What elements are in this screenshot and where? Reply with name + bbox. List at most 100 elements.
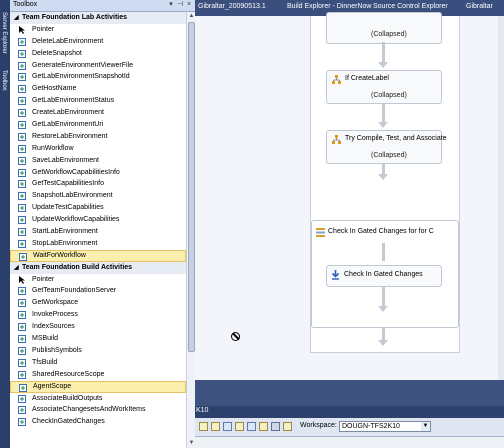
toolbox-item[interactable]: SharedResourceScope <box>10 369 186 381</box>
toolbox-item[interactable]: DeleteLabEnvironment <box>10 36 186 48</box>
toolbox-item[interactable]: SnapshotLabEnvironment <box>10 190 186 202</box>
dropdown-icon[interactable]: ▾ <box>167 1 175 9</box>
no-drop-cursor-icon <box>231 332 240 341</box>
activity-icon <box>18 228 26 237</box>
toolbox-item-label: WaitForWorkflow <box>33 251 86 259</box>
sequence-canvas: (Collapsed) If CreateLabel (Collapsed) T… <box>310 12 460 353</box>
toolbox-list: ◢ Team Foundation Lab Activities Pointer De… <box>10 12 186 448</box>
toolbox-item[interactable]: GetTeamFoundationServer <box>10 285 186 297</box>
activity-title: Try Compile, Test, and Associate <box>345 135 447 142</box>
checkin-icon[interactable] <box>235 422 244 431</box>
toolbox-item[interactable]: CheckInGatedChanges <box>10 416 186 428</box>
toolbox-item[interactable]: GetWorkflowCapabilitiesInfo <box>10 167 186 179</box>
toolbox-item-label: GetHostName <box>32 85 77 93</box>
activity-try-compile[interactable]: Try Compile, Test, and Associate (Collap… <box>326 130 447 164</box>
toolbox-item-label: GetLabEnvironmentStatus <box>32 97 115 105</box>
toolbox-item[interactable]: AssociateChangesetsAndWorkItems <box>10 404 186 416</box>
toolbox-item[interactable]: UpdateTestCapabilities <box>10 202 186 214</box>
toolbox-tab[interactable]: Toolbox <box>1 70 7 91</box>
toolbox-item[interactable]: GetLabEnvironmentSnapshotId <box>10 71 186 83</box>
section-title: Team Foundation Build Activities <box>22 263 133 271</box>
workspace-label: Workspace: <box>300 422 337 429</box>
toolbox-item[interactable]: GetLabEnvironmentStatus <box>10 95 186 107</box>
toolbox-item-label: GetLabEnvironmentSnapshotId <box>32 73 130 81</box>
tab-source-control-explorer[interactable]: Source Control Explorer <box>373 3 448 10</box>
chevron-down-icon[interactable]: ▼ <box>421 422 430 431</box>
toolbox-title: Toolbox <box>13 1 38 8</box>
activity-collapsed-top[interactable]: (Collapsed) <box>326 12 442 44</box>
toolbox-item[interactable]: PublishSymbols <box>10 345 186 357</box>
toolbox-item[interactable]: GetTestCapabilitiesInfo <box>10 178 186 190</box>
toolbox-item[interactable]: Pointer <box>10 274 186 286</box>
toolbox-section-header[interactable]: ◢ Team Foundation Lab Activities <box>10 12 186 24</box>
activity-icon <box>18 358 26 367</box>
properties-icon[interactable] <box>283 422 292 431</box>
toolbox-item[interactable]: IndexSources <box>10 321 186 333</box>
compare-icon[interactable] <box>247 422 256 431</box>
toolbox-item-label: PublishSymbols <box>32 346 82 354</box>
folder-icon[interactable] <box>199 422 208 431</box>
designer-vertical-scrollbar[interactable] <box>498 16 504 380</box>
activity-icon <box>18 370 26 379</box>
toolbox-item-label: StartLabEnvironment <box>32 228 98 236</box>
refresh-icon[interactable] <box>211 422 220 431</box>
toolbox-item[interactable]: InvokeProcess <box>10 309 186 321</box>
toolbox-item[interactable]: UpdateWorkflowCapabilities <box>10 214 186 226</box>
toolbox-item[interactable]: GetWorkspace <box>10 297 186 309</box>
toolbox-item-label: IndexSources <box>32 323 75 331</box>
activity-icon <box>18 109 26 118</box>
toolbox-item[interactable]: RunWorkflow <box>10 143 186 155</box>
activity-title: Check In Gated Changes <box>344 271 423 278</box>
activity-check-in-gated-inner[interactable]: Check In Gated Changes <box>326 265 442 287</box>
tab-build-explorer[interactable]: Build Explorer - DinnerNow <box>287 3 371 10</box>
flow-arrow-icon <box>378 306 388 312</box>
side-tab-strip: Server Explorer Toolbox <box>0 0 10 448</box>
toolbox-item[interactable]: StopLabEnvironment <box>10 238 186 250</box>
close-icon[interactable]: × <box>185 1 193 9</box>
toolbox-item[interactable]: DeleteSnapshot <box>10 48 186 60</box>
toolbox-item-label: StopLabEnvironment <box>32 239 98 247</box>
flow-arrow-icon <box>378 340 388 346</box>
toolbox-item-label: GenerateEnvironmentViewerFile <box>32 61 134 69</box>
toolbox-item[interactable]: Pointer <box>10 24 186 36</box>
flow-arrow-icon <box>378 62 388 68</box>
collapsed-label: (Collapsed) <box>371 31 407 38</box>
try-activity-icon <box>332 135 341 144</box>
toolbox-item[interactable]: GenerateEnvironmentViewerFile <box>10 60 186 72</box>
history-icon[interactable] <box>259 422 268 431</box>
toolbox-item[interactable]: WaitForWorkflow <box>10 249 186 262</box>
activity-check-in-gated-outer[interactable]: Check In Gated Changes for for C Check I… <box>311 220 459 328</box>
pin-icon[interactable]: ⊣ <box>176 1 184 9</box>
toolbox-item[interactable]: SaveLabEnvironment <box>10 155 186 167</box>
output-header-title: K10 <box>196 407 209 414</box>
activity-icon <box>18 49 26 58</box>
tab-gibraltar[interactable]: Gibraltar <box>466 3 493 10</box>
toolbox-item[interactable]: StartLabEnvironment <box>10 226 186 238</box>
tab-gibraltar-build[interactable]: Gibraltar_20090513.1 <box>198 3 266 10</box>
shelve-icon[interactable] <box>271 422 280 431</box>
flow-connector <box>382 286 385 308</box>
toolbox-item[interactable]: AgentScope <box>10 380 186 393</box>
activity-icon <box>19 383 27 392</box>
toolbox-item[interactable]: GetHostName <box>10 83 186 95</box>
activity-icon <box>18 299 26 308</box>
toolbox-item-label: SnapshotLabEnvironment <box>32 192 113 200</box>
toolbox-item[interactable]: MSBuild <box>10 333 186 345</box>
activity-if-createlabel[interactable]: If CreateLabel (Collapsed) <box>326 70 442 104</box>
toolbox-item[interactable]: RestoreLabEnvironment <box>10 131 186 143</box>
toolbox-item[interactable]: GetLabEnvironmentUri <box>10 119 186 131</box>
activity-title: Check In Gated Changes for for C <box>328 228 434 235</box>
toolbox-section-header[interactable]: ◢ Team Foundation Build Activities <box>10 261 186 274</box>
view-icon[interactable] <box>223 422 232 431</box>
activity-icon <box>18 406 26 415</box>
toolbox-item[interactable]: TfsBuild <box>10 357 186 369</box>
toolbox-item-label: UpdateWorkflowCapabilities <box>32 216 120 224</box>
server-explorer-tab[interactable]: Server Explorer <box>1 12 7 54</box>
scroll-thumb[interactable] <box>188 22 195 352</box>
toolbox-item-label: GetWorkflowCapabilitiesInfo <box>32 168 120 176</box>
toolbox-item-label: AgentScope <box>33 382 72 390</box>
toolbox-item-label: RunWorkflow <box>32 144 74 152</box>
workspace-select[interactable]: DOUGN-TFS2K10 ▼ <box>339 421 431 432</box>
toolbox-item[interactable]: AssociateBuildOutputs <box>10 393 186 405</box>
toolbox-item[interactable]: CreateLabEnvironment <box>10 107 186 119</box>
